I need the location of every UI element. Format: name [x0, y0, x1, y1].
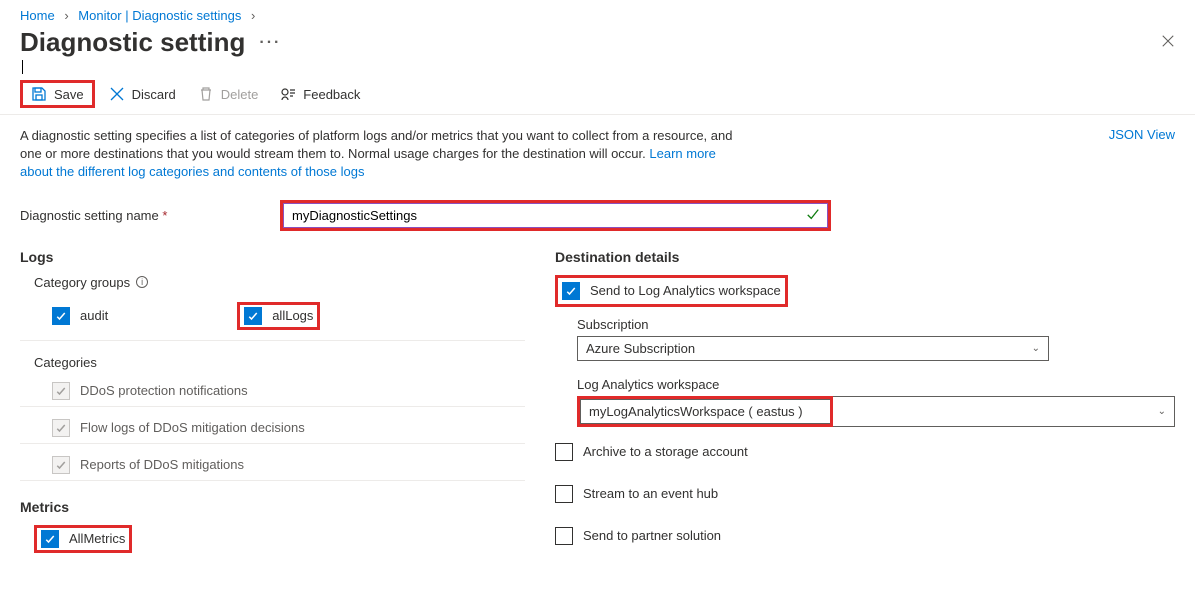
workspace-dropdown-chevron[interactable]: ⌄ — [830, 396, 1175, 427]
alllogs-label: allLogs — [272, 308, 313, 323]
valid-check-icon — [806, 207, 820, 224]
chevron-right-icon: › — [251, 8, 255, 23]
page-title: Diagnostic setting ··· — [20, 27, 281, 58]
discard-icon — [109, 86, 125, 102]
delete-button: Delete — [190, 83, 267, 105]
category-groups-label: Category groups i — [20, 275, 525, 290]
chevron-down-icon: ⌄ — [1032, 343, 1040, 354]
breadcrumb-home[interactable]: Home — [20, 8, 55, 23]
audit-label: audit — [80, 308, 108, 323]
log-analytics-label: Send to Log Analytics workspace — [590, 283, 781, 298]
cat-ddos-notifications-label: DDoS protection notifications — [80, 383, 248, 398]
eventhub-label: Stream to an event hub — [583, 486, 718, 501]
more-actions-icon[interactable]: ··· — [259, 34, 281, 52]
logs-heading: Logs — [20, 249, 525, 265]
cat-reports-label: Reports of DDoS mitigations — [80, 457, 244, 472]
setting-name-input[interactable] — [283, 203, 828, 228]
save-button[interactable]: Save — [20, 80, 95, 108]
breadcrumb-monitor[interactable]: Monitor | Diagnostic settings — [78, 8, 241, 23]
checkbox-audit[interactable] — [52, 307, 70, 325]
checkbox-eventhub[interactable] — [555, 485, 573, 503]
subscription-label: Subscription — [577, 317, 1175, 332]
delete-icon — [198, 86, 214, 102]
checkbox-storage[interactable] — [555, 443, 573, 461]
setting-name-label: Diagnostic setting name * — [20, 208, 280, 223]
save-icon — [31, 86, 47, 102]
json-view-link[interactable]: JSON View — [1109, 127, 1175, 142]
destination-heading: Destination details — [555, 249, 1175, 265]
cat-flow-logs-label: Flow logs of DDoS mitigation decisions — [80, 420, 305, 435]
subscription-dropdown[interactable]: Azure Subscription ⌄ — [577, 336, 1049, 361]
checkbox-allmetrics[interactable] — [41, 530, 59, 548]
feedback-button[interactable]: Feedback — [272, 83, 368, 105]
description-text: A diagnostic setting specifies a list of… — [20, 127, 740, 182]
checkbox-log-analytics[interactable] — [562, 282, 580, 300]
toolbar: Save Discard Delete Feedback — [0, 74, 1195, 115]
metrics-heading: Metrics — [20, 499, 525, 515]
workspace-dropdown[interactable]: myLogAnalyticsWorkspace ( eastus ) — [580, 399, 830, 424]
chevron-right-icon: › — [64, 8, 68, 23]
categories-label: Categories — [20, 355, 525, 370]
storage-label: Archive to a storage account — [583, 444, 748, 459]
workspace-label: Log Analytics workspace — [577, 377, 1175, 392]
feedback-icon — [280, 86, 296, 102]
discard-button[interactable]: Discard — [101, 83, 184, 105]
info-icon[interactable]: i — [136, 276, 148, 288]
partner-label: Send to partner solution — [583, 528, 721, 543]
chevron-down-icon: ⌄ — [1158, 406, 1166, 417]
checkbox-flow-logs — [52, 419, 70, 437]
checkbox-reports — [52, 456, 70, 474]
breadcrumb: Home › Monitor | Diagnostic settings › — [0, 0, 1195, 27]
checkbox-ddos-notifications — [52, 382, 70, 400]
text-caret — [22, 60, 23, 74]
checkbox-partner[interactable] — [555, 527, 573, 545]
checkbox-alllogs[interactable] — [244, 307, 262, 325]
allmetrics-label: AllMetrics — [69, 531, 125, 546]
close-icon[interactable] — [1161, 32, 1175, 53]
